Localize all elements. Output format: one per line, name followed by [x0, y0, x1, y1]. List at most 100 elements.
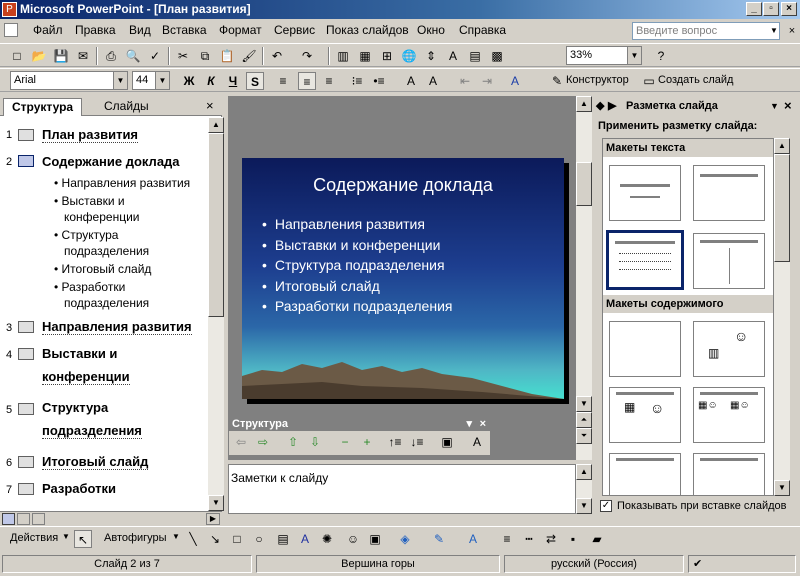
slide-sorter-icon[interactable]: [17, 513, 30, 525]
layout-title-slide[interactable]: [609, 165, 681, 221]
layouts-scrollbar[interactable]: ▲ ▼: [774, 138, 790, 496]
arrow-style-icon[interactable]: ⇄: [542, 530, 560, 548]
summary-slide-icon[interactable]: ▣: [438, 433, 456, 451]
font-select[interactable]: Arial ▼: [10, 71, 128, 90]
outline-bullet[interactable]: • Направления развития: [54, 176, 190, 190]
copy-icon[interactable]: ⧉: [196, 47, 214, 65]
outline-slide-title[interactable]: Выставки и: [42, 346, 117, 361]
help-search-input[interactable]: Введите вопрос: [632, 22, 780, 40]
bullet-text-cont[interactable]: конференции: [64, 210, 140, 224]
outline-slide-title[interactable]: Итоговый слайд: [42, 454, 149, 470]
demote-icon[interactable]: ⇨: [254, 433, 272, 451]
close-icon[interactable]: ×: [480, 417, 486, 431]
save-icon[interactable]: 💾: [52, 47, 70, 65]
slide-icon[interactable]: [18, 483, 34, 495]
bullet-text-cont[interactable]: подразделения: [64, 244, 149, 258]
design-icon[interactable]: ✎: [548, 72, 566, 90]
undo-icon[interactable]: ↶: [268, 47, 286, 65]
help-icon[interactable]: ?: [652, 47, 670, 65]
italic-button[interactable]: К: [202, 72, 220, 90]
show-on-insert-checkbox[interactable]: ✓: [600, 500, 612, 512]
permission-icon[interactable]: ✉: [74, 47, 92, 65]
cut-icon[interactable]: ✂: [174, 47, 192, 65]
align-right-icon[interactable]: ≡: [320, 72, 338, 90]
layout-four-content[interactable]: [609, 453, 681, 495]
forward-icon[interactable]: ▶: [608, 96, 616, 116]
scroll-down-icon[interactable]: ▼: [576, 396, 592, 412]
outline-bullet[interactable]: • Структура: [54, 228, 118, 242]
chevron-down-icon[interactable]: ▼: [770, 96, 779, 116]
underline-button[interactable]: Ч: [224, 72, 242, 90]
increase-indent-icon[interactable]: ⇥: [478, 72, 496, 90]
line-color-icon[interactable]: ✎: [430, 530, 448, 548]
autoshapes-button[interactable]: Автофигуры: [104, 532, 167, 544]
move-up-icon[interactable]: ⇧: [284, 433, 302, 451]
scroll-up-icon[interactable]: ▲: [576, 464, 592, 480]
menu-tools[interactable]: Сервис: [274, 23, 315, 37]
chart-icon[interactable]: ▥: [334, 47, 352, 65]
scroll-up-icon[interactable]: ▲: [774, 138, 790, 154]
menu-window[interactable]: Окно: [417, 23, 445, 37]
font-size-select[interactable]: 44 ▼: [132, 71, 170, 90]
decrease-indent-icon[interactable]: ⇤: [456, 72, 474, 90]
outline-slide-title-cont[interactable]: подразделения: [42, 423, 142, 439]
scroll-up-icon[interactable]: ▲: [576, 96, 592, 112]
shadow-style-icon[interactable]: ▪: [564, 530, 582, 548]
actions-button[interactable]: Действия: [10, 532, 58, 544]
outline-slide-title[interactable]: План развития: [42, 127, 139, 143]
new-slide-button[interactable]: Создать слайд: [658, 74, 733, 86]
layout-content[interactable]: ▥ ☺: [693, 321, 765, 377]
menu-slideshow[interactable]: Показ слайдов: [326, 23, 409, 37]
layout-title-only[interactable]: [693, 165, 765, 221]
move-down-icon[interactable]: ⇩: [306, 433, 324, 451]
document-close-icon[interactable]: ×: [786, 22, 798, 40]
arrow-icon[interactable]: ↘: [206, 530, 224, 548]
new-icon[interactable]: □: [8, 47, 26, 65]
decrease-font-icon[interactable]: A: [424, 72, 442, 90]
scroll-down-icon[interactable]: ▼: [208, 495, 224, 511]
grid-icon[interactable]: ▤: [466, 47, 484, 65]
chevron-down-icon[interactable]: ▼: [62, 532, 70, 541]
zoom-select[interactable]: 33% ▼: [566, 46, 642, 65]
outline-slide-title-cont[interactable]: конференции: [42, 369, 130, 385]
chevron-down-icon[interactable]: ▼: [172, 532, 180, 541]
layout-two-columns[interactable]: [693, 233, 765, 289]
scroll-down-icon[interactable]: ▼: [576, 498, 592, 514]
outline-slide-title[interactable]: Разработки: [42, 481, 116, 496]
dash-style-icon[interactable]: ┅: [520, 530, 538, 548]
increase-font-icon[interactable]: A: [402, 72, 420, 90]
outline-list[interactable]: 1 План развития 2 Содержание доклада • Н…: [0, 117, 208, 511]
outline-bullet[interactable]: • Выставки и: [54, 194, 125, 208]
outline-slide-title[interactable]: Направления развития: [42, 319, 192, 335]
tab-slides[interactable]: Слайды: [96, 98, 157, 116]
layout-title-text[interactable]: [606, 230, 684, 290]
outline-slide-title[interactable]: Структура: [42, 400, 108, 415]
3d-style-icon[interactable]: ▰: [588, 530, 606, 548]
layout-title-two-content[interactable]: ▦☺ ▦☺: [693, 387, 765, 443]
promote-icon[interactable]: ⇦: [232, 433, 250, 451]
new-slide-icon[interactable]: ▭: [640, 72, 658, 90]
menu-format[interactable]: Формат: [219, 23, 262, 37]
menu-help[interactable]: Справка: [459, 23, 506, 37]
shadow-button[interactable]: S: [246, 72, 264, 90]
layout-blank[interactable]: [609, 321, 681, 377]
expand-all-icon[interactable]: ↓≡: [408, 433, 426, 451]
select-pointer-icon[interactable]: ↖: [74, 530, 92, 548]
format-painter-icon[interactable]: 🖌: [240, 47, 258, 65]
show-formatting-icon[interactable]: A: [468, 433, 486, 451]
outline-bullet[interactable]: • Разработки: [54, 280, 125, 294]
close-button[interactable]: ×: [781, 2, 797, 16]
powerpoint-app-icon[interactable]: P: [2, 2, 17, 17]
open-icon[interactable]: 📂: [30, 47, 48, 65]
slide-icon[interactable]: [18, 129, 34, 141]
expand-icon[interactable]: +: [358, 433, 376, 451]
menu-insert[interactable]: Вставка: [162, 23, 207, 37]
slide-icon[interactable]: [18, 155, 34, 167]
slideshow-view-icon[interactable]: [32, 513, 45, 525]
clipart-icon[interactable]: ☺: [344, 530, 362, 548]
bullets-icon[interactable]: •≡: [370, 72, 388, 90]
picture-icon[interactable]: ▣: [366, 530, 384, 548]
print-preview-icon[interactable]: 🔍: [124, 47, 142, 65]
font-color-icon[interactable]: A: [464, 530, 482, 548]
menu-edit[interactable]: Правка: [75, 23, 116, 37]
